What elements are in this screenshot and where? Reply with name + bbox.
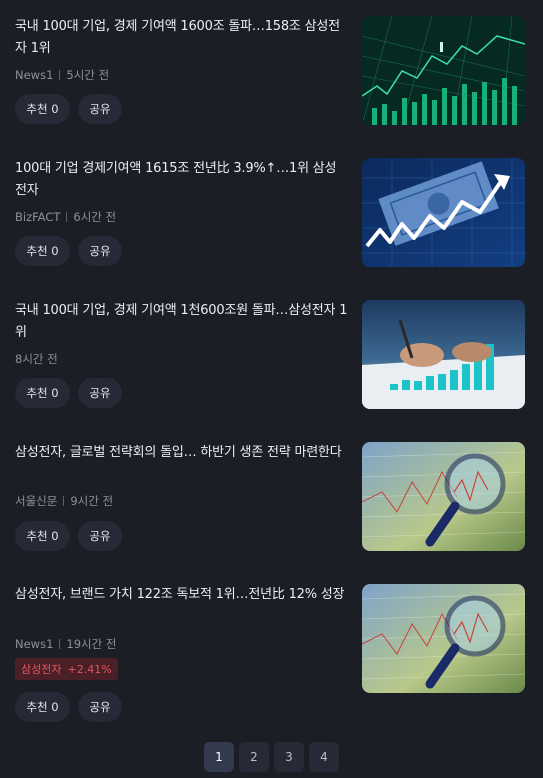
article-actions: 추천 0 공유 xyxy=(15,521,122,551)
recommend-button[interactable]: 추천 0 xyxy=(15,692,70,722)
article-meta: 서울신문 9시간 전 xyxy=(15,493,113,509)
meta-divider xyxy=(59,639,61,649)
meta-divider xyxy=(66,212,68,222)
article-title[interactable]: 100대 기업 경제기여액 1615조 전년比 3.9%↑…1위 삼성전자 xyxy=(15,158,348,202)
article-time: 9시간 전 xyxy=(70,494,114,508)
article-meta: News1 5시간 전 xyxy=(15,67,109,83)
article-source: 서울신문 xyxy=(15,494,58,508)
stock-name: 삼성전자 xyxy=(21,663,62,676)
article-title[interactable]: 삼성전자, 글로벌 전략회의 돌입… 하반기 생존 전략 마련한다 xyxy=(15,442,348,464)
magnifying-glass-chart-image xyxy=(362,584,525,693)
article-thumbnail[interactable] xyxy=(362,158,525,267)
article-actions: 추천 0 공유 xyxy=(15,692,122,722)
article-time: 19시간 전 xyxy=(66,637,117,651)
recommend-button[interactable]: 추천 0 xyxy=(15,236,70,266)
article-item[interactable]: 국내 100대 기업, 경제 기여액 1천600조원 돌파…삼성전자 1위 8시… xyxy=(0,300,543,430)
page-button-2[interactable]: 2 xyxy=(239,742,269,772)
pagination: 1 2 3 4 xyxy=(0,742,543,772)
recommend-button[interactable]: 추천 0 xyxy=(15,94,70,124)
article-time: 8시간 전 xyxy=(15,352,58,366)
stock-change: +2.41% xyxy=(67,662,112,676)
page-button-4[interactable]: 4 xyxy=(309,742,339,772)
article-title[interactable]: 국내 100대 기업, 경제 기여액 1600조 돌파…158조 삼성전자 1위 xyxy=(15,16,348,60)
share-button[interactable]: 공유 xyxy=(78,378,122,408)
magnifying-glass-chart-image xyxy=(362,442,525,551)
article-time: 6시간 전 xyxy=(73,210,117,224)
article-title[interactable]: 삼성전자, 브랜드 가치 122조 독보적 1위…전년比 12% 성장 xyxy=(15,584,348,606)
article-meta: 8시간 전 xyxy=(15,351,58,367)
recommend-button[interactable]: 추천 0 xyxy=(15,378,70,408)
money-arrow-growth-image xyxy=(362,158,525,267)
article-thumbnail[interactable] xyxy=(362,16,525,125)
article-actions: 추천 0 공유 xyxy=(15,236,122,266)
article-source: BizFACT xyxy=(15,210,61,224)
article-item[interactable]: 100대 기업 경제기여액 1615조 전년比 3.9%↑…1위 삼성전자 Bi… xyxy=(0,158,543,288)
share-button[interactable]: 공유 xyxy=(78,94,122,124)
article-source: News1 xyxy=(15,637,54,651)
page-button-3[interactable]: 3 xyxy=(274,742,304,772)
recommend-button[interactable]: 추천 0 xyxy=(15,521,70,551)
stock-market-chart-image xyxy=(362,16,525,125)
share-button[interactable]: 공유 xyxy=(78,236,122,266)
meta-divider xyxy=(63,496,65,506)
article-item[interactable]: 국내 100대 기업, 경제 기여액 1600조 돌파…158조 삼성전자 1위… xyxy=(0,16,543,146)
article-item[interactable]: 삼성전자, 브랜드 가치 122조 독보적 1위…전년比 12% 성장 News… xyxy=(0,584,543,724)
share-button[interactable]: 공유 xyxy=(78,692,122,722)
article-meta: News1 19시간 전 xyxy=(15,636,116,652)
article-item[interactable]: 삼성전자, 글로벌 전략회의 돌입… 하반기 생존 전략 마련한다 서울신문 9… xyxy=(0,442,543,572)
hand-writing-bar-chart-image xyxy=(362,300,525,409)
article-actions: 추천 0 공유 xyxy=(15,94,122,124)
page-button-1[interactable]: 1 xyxy=(204,742,234,772)
article-thumbnail[interactable] xyxy=(362,442,525,551)
meta-divider xyxy=(59,70,61,80)
article-title[interactable]: 국내 100대 기업, 경제 기여액 1천600조원 돌파…삼성전자 1위 xyxy=(15,300,348,344)
article-thumbnail[interactable] xyxy=(362,300,525,409)
article-meta: BizFACT 6시간 전 xyxy=(15,209,116,225)
article-time: 5시간 전 xyxy=(66,68,110,82)
article-source: News1 xyxy=(15,68,54,82)
share-button[interactable]: 공유 xyxy=(78,521,122,551)
article-thumbnail[interactable] xyxy=(362,584,525,693)
stock-tag[interactable]: 삼성전자 +2.41% xyxy=(15,658,118,680)
article-actions: 추천 0 공유 xyxy=(15,378,122,408)
